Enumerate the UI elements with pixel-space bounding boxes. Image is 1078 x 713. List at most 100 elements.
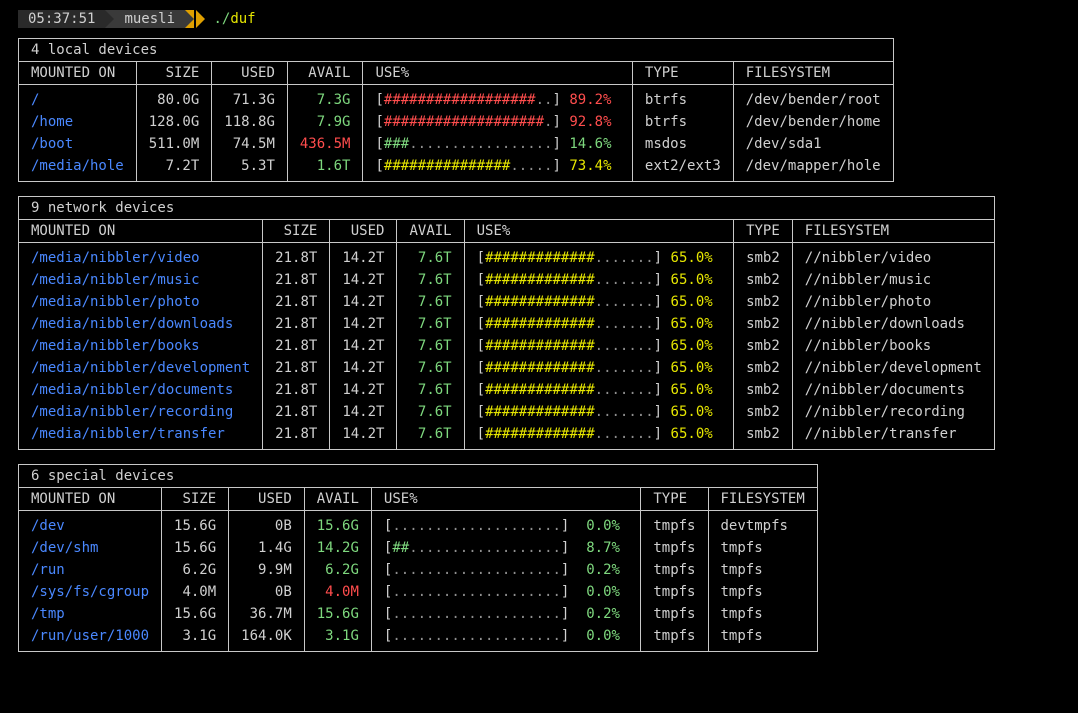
col-type: TYPE [632,62,733,85]
usage-bar-empty: ....... [595,360,654,376]
cell-mount: /sys/fs/cgroup [19,581,162,603]
cell-mount: /media/hole [19,155,136,181]
device-section: 6 special devicesMOUNTED ON SIZE USEDAVA… [18,464,818,652]
cell-fs: //nibbler/video [792,243,994,270]
cell-mount: /media/nibbler/downloads [19,313,263,335]
usage-bar-empty: .................... [392,562,561,578]
cell-used: 118.8G [212,111,288,133]
cell-used: 71.3G [212,85,288,112]
usage-percent: 0.2% [578,562,620,578]
usage-bar-empty: .................... [392,628,561,644]
cell-mount: /run [19,559,162,581]
usage-bar-empty: .. [536,92,553,108]
cell-mount: /boot [19,133,136,155]
cell-avail: 3.1G [304,625,371,651]
chevron-right-icon [105,10,114,28]
table-row: /run/user/1000 3.1G164.0K 3.1G[.........… [19,625,817,651]
usage-bar-empty: ..... [510,158,552,174]
table-row: /media/nibbler/documents 21.8T14.2T 7.6T… [19,379,994,401]
cell-avail: 6.2G [304,559,371,581]
cell-used: 1.4G [229,537,305,559]
col-fs: FILESYSTEM [733,62,892,85]
usage-bar-fill: ############# [485,316,595,332]
cell-used: 14.2T [330,313,397,335]
device-table: MOUNTED ON SIZE USED AVAILUSE% TYPE FILE… [19,62,893,181]
usage-bar-fill: ############# [485,250,595,266]
cell-used: 9.9M [229,559,305,581]
cell-type: smb2 [734,291,793,313]
cell-fs: //nibbler/music [792,269,994,291]
cell-usage: [###################.] 92.8% [363,111,632,133]
cell-size: 21.8T [263,269,330,291]
cell-avail: 7.6T [397,313,464,335]
cell-fs: /dev/mapper/hole [733,155,892,181]
table-row: /media/nibbler/downloads 21.8T14.2T 7.6T… [19,313,994,335]
cell-mount: /dev [19,511,162,538]
usage-percent: 65.0% [671,404,713,420]
col-fs: FILESYSTEM [792,220,994,243]
col-used: USED [229,488,305,511]
table-row: /media/hole 7.2T 5.3T 1.6T[#############… [19,155,893,181]
cell-fs: tmpfs [708,625,817,651]
cell-fs: tmpfs [708,603,817,625]
cell-mount: /media/nibbler/music [19,269,263,291]
usage-bar-empty: ....... [595,382,654,398]
table-row: /home 128.0G118.8G 7.9G[################… [19,111,893,133]
cell-type: tmpfs [641,603,708,625]
usage-bar-fill: ############# [485,426,595,442]
usage-percent: 89.2% [569,92,611,108]
shell-prompt[interactable]: 05:37:51muesli ./duf [18,10,1060,28]
cell-used: 14.2T [330,269,397,291]
usage-percent: 0.0% [578,584,620,600]
table-row: /media/nibbler/development21.8T14.2T 7.6… [19,357,994,379]
col-size: SIZE [162,488,229,511]
usage-bar-fill: ################## [384,92,536,108]
cell-mount: /home [19,111,136,133]
table-row: /dev 15.6G 0B15.6G[....................]… [19,511,817,538]
section-title: 9 network devices [19,197,994,220]
cell-avail: 14.2G [304,537,371,559]
cell-size: 3.1G [162,625,229,651]
cell-avail: 15.6G [304,603,371,625]
col-mounted: MOUNTED ON [19,488,162,511]
cell-mount: /media/nibbler/video [19,243,263,270]
col-used: USED [212,62,288,85]
cell-fs: tmpfs [708,537,817,559]
usage-percent: 65.0% [671,382,713,398]
cell-avail: 7.6T [397,291,464,313]
usage-bar-fill: ############# [485,338,595,354]
col-avail: AVAIL [287,62,363,85]
cell-mount: /tmp [19,603,162,625]
col-fs: FILESYSTEM [708,488,817,511]
cell-used: 14.2T [330,401,397,423]
cell-size: 4.0M [162,581,229,603]
cell-size: 21.8T [263,423,330,449]
usage-bar-empty: ....... [595,250,654,266]
cell-avail: 7.6T [397,423,464,449]
cell-size: 21.8T [263,313,330,335]
col-mounted: MOUNTED ON [19,62,136,85]
cell-used: 36.7M [229,603,305,625]
cell-used: 74.5M [212,133,288,155]
cell-avail: 1.6T [287,155,363,181]
cell-used: 5.3T [212,155,288,181]
usage-percent: 0.0% [578,628,620,644]
usage-bar-empty: .................. [409,540,561,556]
cell-avail: 7.6T [397,243,464,270]
col-size: SIZE [263,220,330,243]
cell-fs: //nibbler/development [792,357,994,379]
cell-used: 14.2T [330,357,397,379]
prompt-time: 05:37:51 [18,10,105,28]
cell-type: smb2 [734,401,793,423]
cell-used: 14.2T [330,423,397,449]
usage-bar-empty: ....... [595,272,654,288]
table-row: /run 6.2G 9.9M 6.2G[....................… [19,559,817,581]
cell-mount: /media/nibbler/photo [19,291,263,313]
table-row: /media/nibbler/recording 21.8T14.2T 7.6T… [19,401,994,423]
cell-type: btrfs [632,85,733,112]
cell-type: ext2/ext3 [632,155,733,181]
usage-bar-fill: ############# [485,404,595,420]
usage-bar-empty: ....... [595,338,654,354]
cell-type: tmpfs [641,581,708,603]
cell-mount: /media/nibbler/recording [19,401,263,423]
